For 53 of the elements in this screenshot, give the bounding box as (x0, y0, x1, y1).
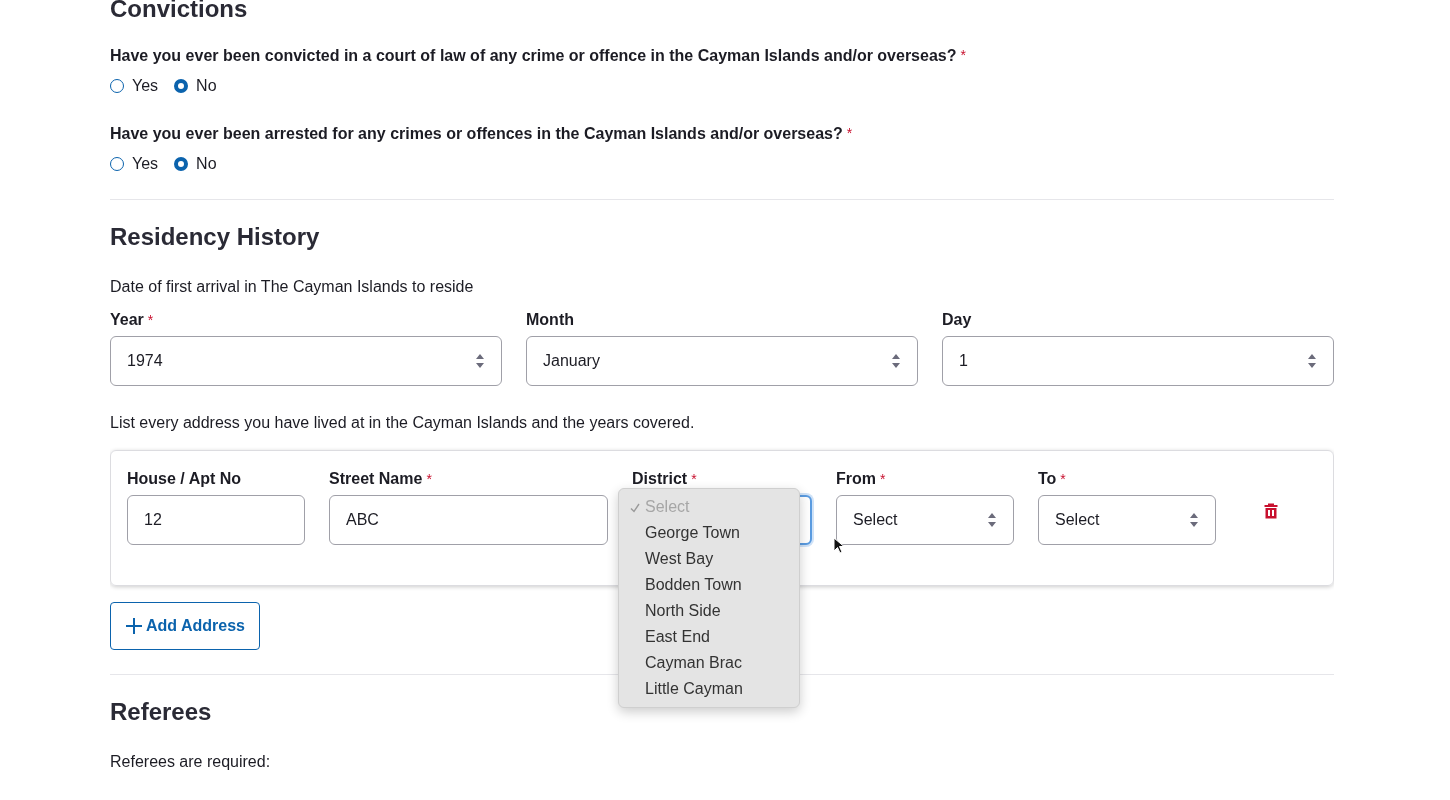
required-mark: * (691, 471, 697, 487)
select-field[interactable]: January (526, 336, 918, 386)
select-field[interactable]: Select (836, 495, 1014, 545)
select-field[interactable]: 1974 (110, 336, 502, 386)
dropdown-option[interactable]: George Town (619, 520, 799, 546)
section-heading: Convictions (110, 0, 249, 24)
input-field[interactable]: 12 (127, 495, 305, 545)
field-label: Street Name (329, 470, 423, 488)
field-label: House / Apt No (127, 470, 242, 488)
field-label: Day (942, 311, 972, 329)
required-mark: * (880, 471, 886, 487)
radio-button[interactable] (174, 157, 189, 171)
dropdown-option[interactable]: West Bay (619, 546, 799, 572)
mouse-cursor-icon (833, 537, 845, 555)
radio-label: No (196, 77, 217, 95)
required-mark: * (147, 312, 154, 328)
dropdown-option[interactable]: East End (619, 624, 799, 650)
trash-icon[interactable] (1264, 503, 1278, 519)
required-mark: * (1060, 471, 1066, 487)
required-mark: * (426, 471, 432, 487)
select-field[interactable]: Select (1038, 495, 1216, 545)
question-label: Have you ever been arrested for any crimes or offences in the Cayman Islands and/or overseas? (110, 125, 843, 143)
dropdown-option[interactable]: Cayman Brac (619, 650, 799, 676)
instruction-text: Referees are required: (110, 753, 272, 771)
radio-label: No (196, 155, 217, 173)
sort-arrows-icon (475, 353, 485, 369)
section-heading: Residency History (110, 222, 321, 252)
sort-arrows-icon (987, 512, 997, 528)
field-label: Year (110, 311, 144, 329)
checkmark-icon (630, 503, 640, 513)
question-label: Have you ever been convicted in a court of law of any crime or offence in the Cayman Islands and/or overseas? (110, 47, 957, 65)
instruction-text: Date of first arrival in The Cayman Islands to reside (110, 278, 475, 296)
add-address-button[interactable]: Add Address (110, 602, 260, 650)
radio-label: Yes (132, 155, 159, 173)
sort-arrows-icon (891, 353, 901, 369)
required-mark: * (846, 125, 853, 143)
select-field[interactable]: 1 (942, 336, 1334, 386)
radio-label: Yes (132, 77, 159, 95)
dropdown-option[interactable]: North Side (619, 598, 799, 624)
sort-arrows-icon (1189, 512, 1199, 528)
dropdown-option[interactable]: Little Cayman (619, 676, 799, 702)
field-label: From (836, 470, 876, 488)
instruction-text: List every address you have lived at in the Cayman Islands and the years covered. (110, 414, 696, 432)
input-field[interactable]: ABC (329, 495, 608, 545)
dropdown-option[interactable]: Bodden Town (619, 572, 799, 598)
sort-arrows-icon (1307, 353, 1317, 369)
field-label: To (1038, 470, 1057, 488)
field-label: Month (526, 311, 574, 329)
plus-icon (125, 617, 143, 635)
required-mark: * (960, 47, 966, 65)
radio-button[interactable] (174, 79, 189, 93)
section-heading: Referees (110, 697, 213, 727)
field-label: District (632, 470, 688, 488)
